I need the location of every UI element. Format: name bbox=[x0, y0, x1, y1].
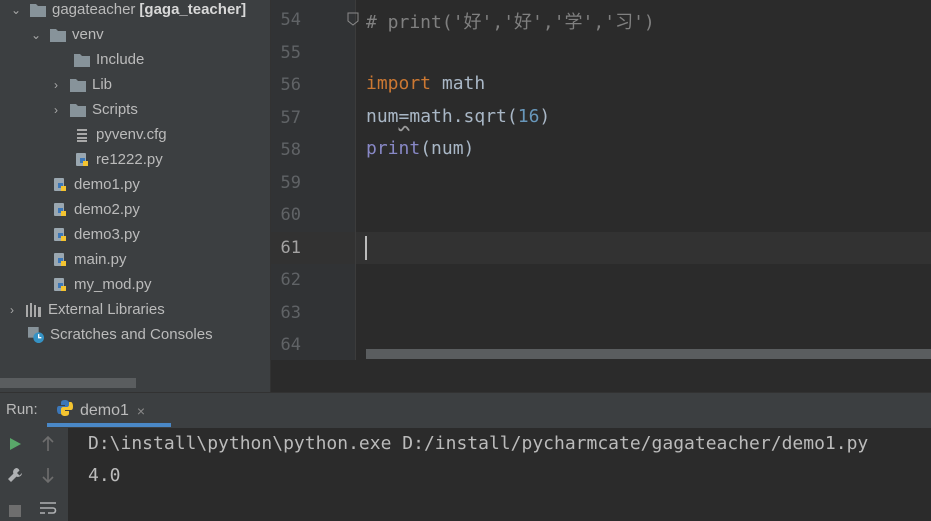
code-token: num bbox=[366, 106, 399, 127]
scroll-down-icon[interactable] bbox=[38, 465, 58, 485]
tree-item-venv[interactable]: ⌄ venv bbox=[0, 22, 270, 47]
console-output-line: 4.0 bbox=[88, 465, 121, 486]
tree-item-pyvenv[interactable]: pyvenv.cfg bbox=[0, 122, 270, 147]
tree-item-label: Include bbox=[96, 51, 145, 68]
root-folder-name: gagateacher bbox=[52, 1, 136, 18]
python-icon bbox=[56, 399, 74, 422]
code-line-58: print(num) bbox=[366, 138, 474, 159]
chevron-right-icon[interactable]: › bbox=[50, 103, 62, 117]
code-token: math.sqrt( bbox=[409, 106, 518, 127]
editor-horizontal-scrollbar[interactable] bbox=[366, 349, 931, 359]
number-literal: 16 bbox=[517, 106, 540, 127]
tree-item-label: pyvenv.cfg bbox=[96, 126, 167, 143]
line-number: 56 bbox=[280, 75, 301, 95]
run-label: Run: bbox=[6, 401, 38, 418]
console-command-line: D:\install\python\python.exe D:/install/… bbox=[88, 433, 869, 454]
rerun-icon[interactable] bbox=[5, 434, 25, 454]
tree-item-external-libraries[interactable]: › External Libraries bbox=[0, 297, 270, 322]
tree-item-label: External Libraries bbox=[48, 301, 165, 318]
python-file-icon bbox=[52, 227, 68, 243]
tree-item-root[interactable]: ⌄ gagateacher [gaga_teacher] bbox=[0, 0, 270, 22]
tree-item-label: Lib bbox=[92, 76, 113, 93]
code-token: math bbox=[431, 73, 486, 94]
tree-item-lib[interactable]: › Lib bbox=[0, 72, 270, 97]
code-line-54: # print('好','好','学','习') bbox=[366, 12, 655, 33]
project-horizontal-scrollbar[interactable] bbox=[0, 378, 136, 388]
line-number: 54 bbox=[280, 10, 301, 30]
line-number: 60 bbox=[280, 205, 301, 225]
chevron-right-icon[interactable]: › bbox=[50, 78, 62, 92]
fold-marker-icon[interactable] bbox=[347, 12, 359, 26]
tree-item-re1222[interactable]: re1222.py bbox=[0, 147, 270, 172]
tree-item-scratches[interactable]: Scratches and Consoles bbox=[0, 322, 270, 347]
run-console[interactable]: D:\install\python\python.exe D:/install/… bbox=[0, 428, 931, 521]
scratches-icon bbox=[28, 326, 44, 343]
line-number: 62 bbox=[280, 270, 301, 290]
line-number: 64 bbox=[280, 335, 301, 355]
scroll-up-icon[interactable] bbox=[38, 434, 58, 454]
chevron-right-icon[interactable]: › bbox=[6, 303, 18, 317]
run-toolbar bbox=[0, 428, 68, 521]
chevron-down-icon[interactable]: ⌄ bbox=[10, 3, 22, 17]
line-number: 57 bbox=[280, 108, 301, 128]
tree-item-my-mod[interactable]: my_mod.py bbox=[0, 272, 270, 297]
folder-icon bbox=[50, 27, 66, 43]
line-number: 63 bbox=[280, 303, 301, 323]
pep8-warning-token: = bbox=[398, 106, 410, 127]
tree-item-label: demo2.py bbox=[74, 201, 140, 218]
tree-item-include[interactable]: Include bbox=[0, 47, 270, 72]
current-line-highlight bbox=[271, 232, 931, 264]
library-icon bbox=[26, 302, 42, 318]
tree-item-demo2[interactable]: demo2.py bbox=[0, 197, 270, 222]
tree-item-demo1[interactable]: demo1.py bbox=[0, 172, 270, 197]
tree-item-label: Scripts bbox=[92, 101, 138, 118]
builtin-print: print bbox=[366, 138, 421, 159]
tree-item-label: venv bbox=[72, 26, 104, 43]
gutter-divider bbox=[355, 0, 356, 360]
project-tool-window: ⌄ gagateacher [gaga_teacher] ⌄ venv Incl… bbox=[0, 0, 270, 392]
folder-icon bbox=[30, 2, 46, 18]
folder-icon bbox=[74, 52, 90, 68]
tree-item-label: re1222.py bbox=[96, 151, 163, 168]
code-token: (num) bbox=[420, 138, 475, 159]
soft-wrap-icon[interactable] bbox=[38, 498, 58, 518]
line-number: 58 bbox=[280, 140, 301, 160]
wrench-icon[interactable] bbox=[5, 465, 25, 485]
python-file-icon bbox=[52, 277, 68, 293]
tree-item-demo3[interactable]: demo3.py bbox=[0, 222, 270, 247]
module-name: [gaga_teacher] bbox=[139, 1, 247, 18]
keyword-import: import bbox=[366, 73, 432, 94]
folder-icon bbox=[70, 77, 86, 93]
tree-item-main[interactable]: main.py bbox=[0, 247, 270, 272]
tree-item-label: main.py bbox=[74, 251, 127, 268]
code-line-57: num=math.sqrt(16) bbox=[366, 106, 550, 127]
chevron-down-icon[interactable]: ⌄ bbox=[30, 28, 42, 42]
python-file-icon bbox=[52, 202, 68, 218]
python-file-icon bbox=[52, 252, 68, 268]
code-editor[interactable]: 54 55 56 57 58 59 60 61 62 63 64 # print… bbox=[271, 0, 931, 360]
line-number: 55 bbox=[280, 43, 301, 63]
folder-icon bbox=[70, 102, 86, 118]
code-token: ) bbox=[539, 106, 551, 127]
python-file-icon bbox=[74, 152, 90, 168]
tree-item-label: demo3.py bbox=[74, 226, 140, 243]
text-caret bbox=[365, 236, 367, 260]
tree-item-label: Scratches and Consoles bbox=[50, 326, 213, 343]
run-panel-header: Run: demo1 × bbox=[0, 392, 931, 428]
tree-item-label: my_mod.py bbox=[74, 276, 152, 293]
code-line-56: import math bbox=[366, 73, 485, 94]
active-tab-indicator bbox=[47, 423, 171, 427]
tree-item-label: demo1.py bbox=[74, 176, 140, 193]
text-file-icon bbox=[74, 127, 90, 143]
line-number: 59 bbox=[280, 173, 301, 193]
run-tab-label: demo1 bbox=[80, 401, 129, 419]
stop-icon[interactable] bbox=[5, 501, 25, 521]
tree-item-scripts[interactable]: › Scripts bbox=[0, 97, 270, 122]
close-icon[interactable]: × bbox=[137, 403, 145, 419]
line-number-active: 61 bbox=[280, 238, 301, 258]
python-file-icon bbox=[52, 177, 68, 193]
